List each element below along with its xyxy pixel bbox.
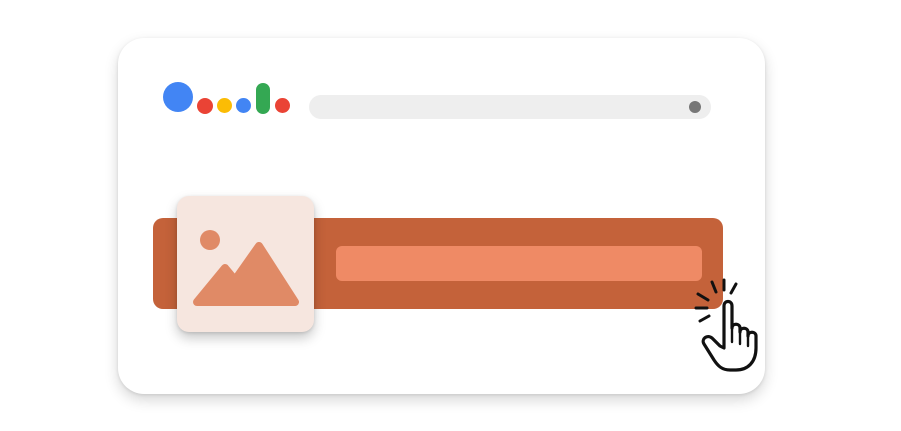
hand-pointer-click-icon — [690, 276, 794, 376]
logo-dot-red-2 — [275, 98, 290, 113]
image-thumbnail[interactable] — [177, 196, 314, 332]
google-logo-dots-icon — [163, 82, 293, 118]
image-placeholder-icon — [193, 230, 299, 306]
search-input[interactable] — [309, 95, 711, 119]
logo-dot-red — [197, 98, 213, 114]
search-dot-icon — [689, 101, 701, 113]
logo-dot-blue-large — [163, 82, 193, 112]
logo-oval-green — [256, 83, 270, 114]
search-result-title-placeholder — [336, 246, 702, 281]
logo-dot-blue — [236, 98, 251, 113]
logo-dot-yellow — [217, 98, 232, 113]
